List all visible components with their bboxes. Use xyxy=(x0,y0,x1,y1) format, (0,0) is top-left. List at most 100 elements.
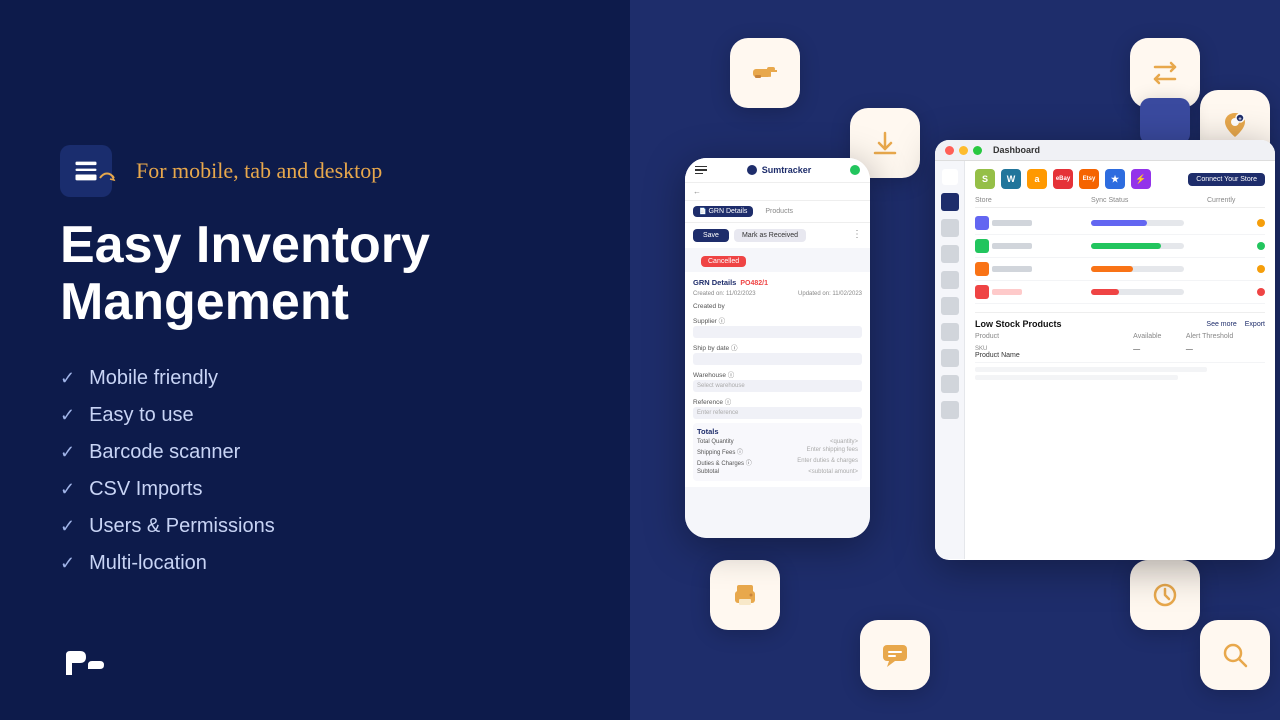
col-store: Store xyxy=(975,197,1091,204)
print-icon-float xyxy=(710,560,780,630)
feature-label: CSV Imports xyxy=(89,478,202,501)
phone-more-btn[interactable]: ⋮ xyxy=(852,229,862,242)
phone-created-by: Created by xyxy=(693,303,862,310)
ls-export[interactable]: Export xyxy=(1245,321,1265,328)
handwritten-area: For mobile, tab and desktop xyxy=(126,158,382,184)
svg-text:+: + xyxy=(1238,117,1242,123)
phone-total-duties: Duties & Charges ⓘ Enter duties & charge… xyxy=(697,458,858,467)
desktop-sidebar-icon-3[interactable] xyxy=(941,271,959,289)
phone-section-title: GRN Details xyxy=(693,278,736,287)
ls-see-more[interactable]: See more xyxy=(1206,321,1236,328)
platform-etsy: Etsy xyxy=(1079,169,1099,189)
phone-brand: Sumtracker xyxy=(746,164,812,176)
platform-woo: W xyxy=(1001,169,1021,189)
sync-bar-3 xyxy=(1091,289,1184,295)
store-name-3 xyxy=(975,285,1091,299)
ls-table-header: Product Available Alert Threshold xyxy=(975,333,1265,340)
platform-ebay: eBay xyxy=(1053,169,1073,189)
store-label-bar-1 xyxy=(992,243,1032,249)
phone-tab-grn[interactable]: 📄 GRN Details xyxy=(693,206,753,217)
store-row-2 xyxy=(975,258,1265,281)
feature-item: ✓ Mobile friendly xyxy=(60,367,570,390)
phone-grn-header: GRN Details PO482/1 xyxy=(693,278,862,289)
arrow-icon xyxy=(96,166,120,190)
col-sync: Sync Status xyxy=(1091,197,1207,204)
feature-label: Easy to use xyxy=(89,404,194,427)
gun-icon-float xyxy=(730,38,800,108)
gun-svg xyxy=(749,57,781,89)
phone-back-nav: ← xyxy=(685,183,870,201)
ls-col-product: Product xyxy=(975,333,1133,340)
desktop-logo-icon xyxy=(942,169,958,185)
phone-field-ref: Reference ⓘ Enter reference xyxy=(693,396,862,419)
phone-tab-grn-label: GRN Details xyxy=(708,208,747,215)
feature-label: Users & Permissions xyxy=(89,515,275,538)
col-currently: Currently xyxy=(1207,197,1265,204)
phone-totals-title: Totals xyxy=(697,427,858,436)
left-panel: For mobile, tab and desktop Easy Invento… xyxy=(0,0,630,720)
history-svg xyxy=(1149,579,1181,611)
desktop-sidebar-icon-8[interactable] xyxy=(941,401,959,419)
check-icon: ✓ xyxy=(60,368,75,389)
desktop-sidebar-icon-4[interactable] xyxy=(941,297,959,315)
feature-item: ✓CSV Imports xyxy=(60,478,570,501)
right-panel: + xyxy=(630,0,1280,720)
chat-svg xyxy=(879,639,911,671)
phone-menu xyxy=(695,166,707,175)
status-dot-0 xyxy=(1257,219,1265,227)
store-name-0 xyxy=(975,216,1091,230)
desktop-sidebar-icon-6[interactable] xyxy=(941,349,959,367)
locpin-svg: + xyxy=(1219,109,1251,141)
bottom-logo xyxy=(60,647,104,684)
store-label-bar-3 xyxy=(992,289,1022,295)
desktop-main: S W a eBay Etsy ★ ⚡ Connect Your Store S… xyxy=(965,161,1275,559)
phone-field-shipby: Ship by date ⓘ xyxy=(693,342,862,365)
phone-tab-products[interactable]: Products xyxy=(759,206,799,217)
status-0 xyxy=(1207,219,1265,227)
phone-field-supplier: Supplier ⓘ xyxy=(693,315,862,338)
ls-col-threshold: Alert Threshold xyxy=(1186,333,1265,340)
phone-date-row: Created on: 11/02/2023 Updated on: 11/02… xyxy=(693,291,862,297)
desktop-title: Dashboard xyxy=(993,145,1040,155)
status-dot-2 xyxy=(1257,265,1265,273)
phone-field-warehouse: Warehouse ⓘ Select warehouse xyxy=(693,369,862,392)
desktop-table-header: Store Sync Status Currently xyxy=(975,197,1265,208)
ls-name-0: Product Name xyxy=(975,352,1133,359)
phone-field-warehouse-input: Select warehouse xyxy=(693,380,862,392)
desktop-sidebar-icon-5[interactable] xyxy=(941,323,959,341)
desktop-sidebar-icon-2[interactable] xyxy=(941,245,959,263)
phone-nav: 📄 GRN Details Products xyxy=(685,201,870,223)
phone-logo-svg xyxy=(746,164,758,176)
phone-field-shipby-input xyxy=(693,353,862,365)
store-name-2 xyxy=(975,262,1091,276)
desktop-sidebar-icon-7[interactable] xyxy=(941,375,959,393)
phone-field-shipby-label: Ship by date ⓘ xyxy=(693,342,862,352)
feature-item: ✓Easy to use xyxy=(60,404,570,427)
store-row-0 xyxy=(975,212,1265,235)
connect-store-btn[interactable]: Connect Your Store xyxy=(1188,173,1265,186)
phone-tab-products-label: Products xyxy=(765,208,793,215)
phone-total-shipping: Shipping Fees ⓘ Enter shipping fees xyxy=(697,447,858,456)
phone-mark-btn[interactable]: Mark as Received xyxy=(734,229,806,242)
heading-line2: Mangement xyxy=(60,273,349,331)
desktop-sidebar-icon-1[interactable] xyxy=(941,219,959,237)
phone-brand-text: Sumtracker xyxy=(762,165,812,175)
phone-status-badge: Cancelled xyxy=(701,256,746,267)
logo-svg xyxy=(60,647,104,679)
search-svg xyxy=(1219,639,1251,671)
phone-total-subtotal: Subtotal <subtotal amount> xyxy=(697,469,858,475)
desktop-sidebar-dashboard[interactable] xyxy=(941,193,959,211)
ls-threshold-0: — xyxy=(1186,346,1265,359)
feature-label: Mobile friendly xyxy=(89,367,218,390)
store-row-3 xyxy=(975,281,1265,304)
status-1 xyxy=(1207,242,1265,250)
phone-save-btn[interactable]: Save xyxy=(693,229,729,242)
desktop-sidebar xyxy=(935,161,965,559)
status-2 xyxy=(1207,265,1265,273)
sync-bar-0 xyxy=(1091,220,1184,226)
feature-item: ✓Barcode scanner xyxy=(60,441,570,464)
platform-amazon: a xyxy=(1027,169,1047,189)
platform-star: ★ xyxy=(1105,169,1125,189)
phone-content: GRN Details PO482/1 Created on: 11/02/20… xyxy=(685,272,870,487)
phone-header: Sumtracker xyxy=(685,158,870,183)
